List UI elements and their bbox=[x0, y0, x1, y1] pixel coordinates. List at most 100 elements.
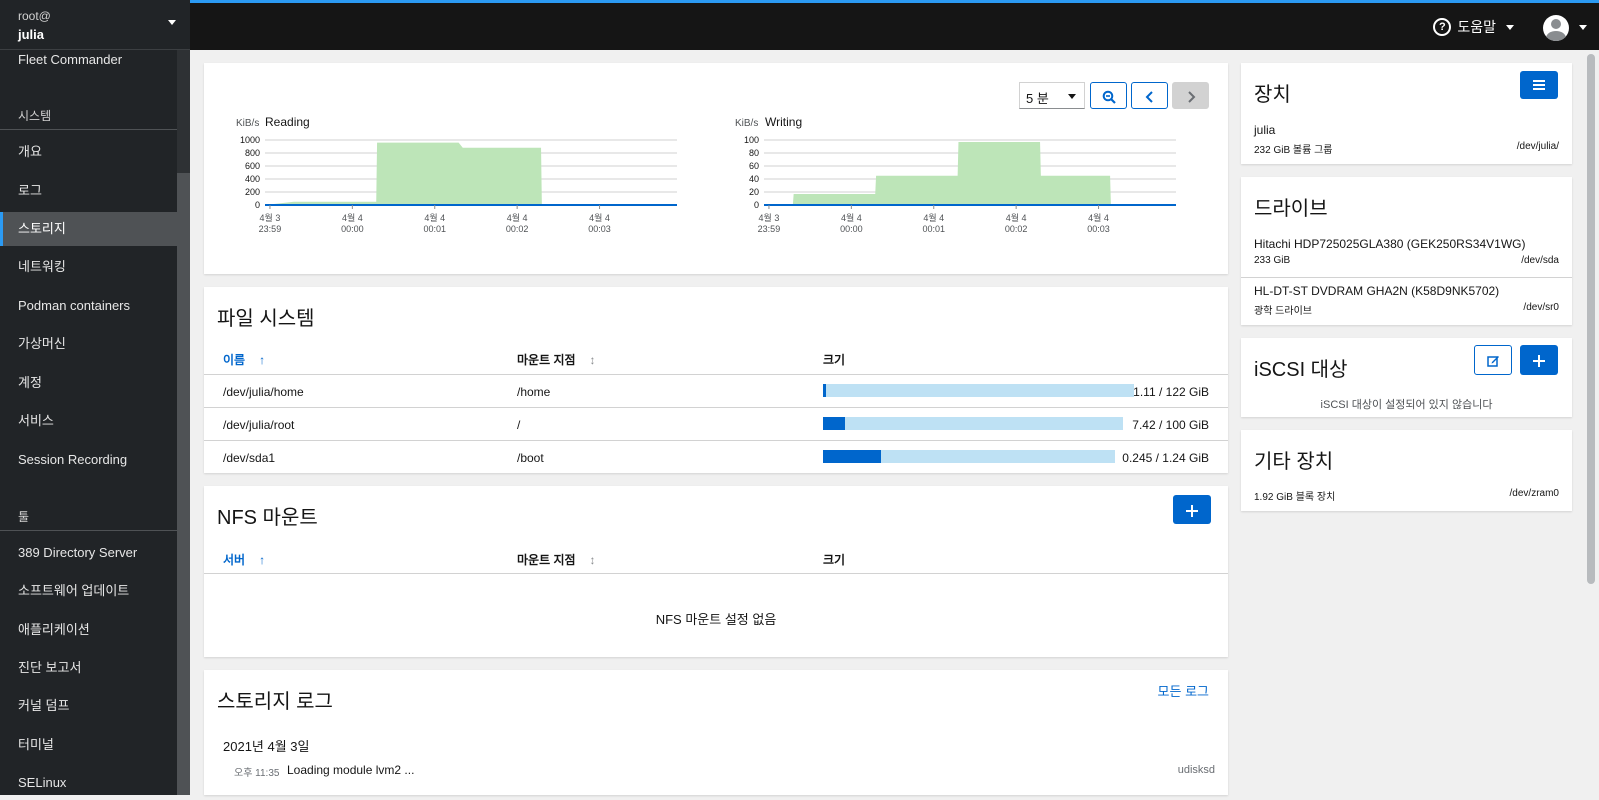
user-avatar-icon[interactable] bbox=[1543, 15, 1569, 41]
table-row[interactable]: /dev/julia/home /home 1.11 / 122 GiB bbox=[204, 374, 1228, 407]
edit-icon bbox=[1486, 356, 1499, 367]
sidebar-item-overview[interactable]: 개요 bbox=[0, 135, 177, 169]
device-row-julia[interactable]: julia 232 GiB 볼륨 그룹 /dev/julia/ bbox=[1241, 119, 1572, 159]
sidebar-item-podman[interactable]: Podman containers bbox=[0, 289, 177, 323]
devices-menu-button[interactable] bbox=[1520, 71, 1558, 99]
sort-up-icon: ↑ bbox=[259, 353, 266, 367]
drive-row[interactable]: HL-DT-ST DVDRAM GHA2N (K58D9NK5702) 광학 드… bbox=[1241, 280, 1572, 321]
usage-bar bbox=[823, 417, 1123, 430]
caret-down-icon bbox=[1068, 94, 1076, 99]
x-tick-label: 23:59 bbox=[259, 224, 282, 234]
fs-name: /dev/julia/home bbox=[223, 385, 304, 399]
zoom-out-button[interactable] bbox=[1090, 82, 1127, 109]
x-tick-label: 4월 3 bbox=[260, 212, 281, 223]
chevron-right-icon bbox=[1187, 90, 1195, 103]
sidebar-item-accounts[interactable]: 계정 bbox=[0, 366, 177, 400]
x-tick-label: 4월 4 bbox=[424, 212, 445, 223]
drive-sub: 233 GiB bbox=[1254, 255, 1291, 266]
plus-icon bbox=[1186, 504, 1198, 517]
sidebar-item-389ds[interactable]: 389 Directory Server bbox=[0, 536, 177, 570]
log-time: 오후 11:35 bbox=[234, 768, 280, 779]
sidebar-section-tools: 툴 bbox=[18, 510, 30, 524]
table-row[interactable]: /dev/sda1 /boot 0.245 / 1.24 GiB bbox=[204, 440, 1228, 473]
add-nfs-button[interactable] bbox=[1173, 495, 1211, 524]
column-name-header[interactable]: 이름 ↑ bbox=[223, 351, 265, 368]
sidebar-item-storage[interactable]: 스토리지 bbox=[0, 212, 177, 246]
help-menu[interactable]: ? 도움말 bbox=[1433, 17, 1514, 37]
sidebar-item-kernel-dump[interactable]: 커널 덤프 bbox=[0, 689, 177, 723]
sidebar-item-applications[interactable]: 애플리케이션 bbox=[0, 613, 177, 647]
plus-icon bbox=[1533, 354, 1545, 367]
fs-size: 1.11 / 122 GiB bbox=[1133, 385, 1209, 399]
sidebar-item-session-recording[interactable]: Session Recording bbox=[0, 443, 177, 477]
x-tick-label: 00:02 bbox=[506, 224, 529, 234]
nfs-title: NFS 마운트 bbox=[217, 507, 318, 529]
sidebar-item-fleet-commander[interactable]: Fleet Commander bbox=[0, 43, 177, 77]
y-tick-label: 100 bbox=[744, 135, 759, 145]
column-mount-header[interactable]: 마운트 지점 ↕ bbox=[517, 351, 596, 368]
iscsi-title: iSCSI 대상 bbox=[1254, 359, 1348, 381]
column-name-label: 이름 bbox=[223, 353, 246, 367]
x-tick-label: 23:59 bbox=[758, 224, 781, 234]
sort-icon: ↕ bbox=[589, 353, 596, 367]
x-tick-label: 4월 4 bbox=[841, 212, 862, 223]
x-tick-label: 00:02 bbox=[1005, 224, 1028, 234]
zoom-out-icon bbox=[1102, 90, 1116, 104]
caret-down-icon[interactable] bbox=[1579, 25, 1587, 30]
reading-chart: 100080060040020004월 323:594월 400:004월 40… bbox=[240, 135, 677, 234]
main-scrollbar-thumb[interactable] bbox=[1587, 54, 1595, 584]
sidebar-item-diagnostic-reports[interactable]: 진단 보고서 bbox=[0, 651, 177, 685]
log-date: 2021년 4월 3일 bbox=[223, 739, 310, 754]
y-tick-label: 800 bbox=[245, 148, 260, 158]
sidebar-item-services[interactable]: 서비스 bbox=[0, 404, 177, 438]
sidebar-item-vms[interactable]: 가상머신 bbox=[0, 327, 177, 361]
table-row[interactable]: /dev/julia/root / 7.42 / 100 GiB bbox=[204, 407, 1228, 440]
main-scrollbar[interactable] bbox=[1583, 50, 1599, 795]
area-series bbox=[764, 141, 1160, 205]
sidebar-item-networking[interactable]: 네트워킹 bbox=[0, 250, 177, 284]
sidebar-item-logs[interactable]: 로그 bbox=[0, 174, 177, 208]
column-server-header[interactable]: 서버 ↑ bbox=[223, 551, 265, 568]
y-tick-label: 60 bbox=[749, 161, 759, 171]
sidebar-item-software-updates[interactable]: 소프트웨어 업데이트 bbox=[0, 574, 177, 608]
x-tick-label: 4월 4 bbox=[589, 212, 610, 223]
other-device-row[interactable]: 1.92 GiB 블록 장치 /dev/zram0 bbox=[1241, 484, 1572, 506]
device-path: /dev/julia/ bbox=[1516, 141, 1559, 152]
y-tick-label: 600 bbox=[245, 161, 260, 171]
all-logs-link[interactable]: 모든 로그 bbox=[1158, 681, 1209, 700]
x-tick-label: 4월 4 bbox=[923, 212, 944, 223]
sidebar-divider bbox=[0, 530, 177, 531]
fs-size: 0.245 / 1.24 GiB bbox=[1122, 451, 1209, 465]
iscsi-card: iSCSI 대상 iSCSI 대상이 설정되어 있지 않습니다 bbox=[1241, 338, 1572, 417]
column-mount-header[interactable]: 마운트 지점 ↕ bbox=[517, 551, 596, 568]
add-iscsi-button[interactable] bbox=[1520, 345, 1558, 375]
filesystems-title: 파일 시스템 bbox=[217, 308, 315, 330]
fs-size: 7.42 / 100 GiB bbox=[1132, 418, 1209, 432]
column-size-header: 크기 bbox=[823, 553, 846, 567]
usage-bar-fill bbox=[823, 384, 826, 397]
fs-mount: /home bbox=[517, 385, 551, 399]
drive-name: HL-DT-ST DVDRAM GHA2N (K58D9NK5702) bbox=[1254, 284, 1500, 298]
next-range-button[interactable] bbox=[1172, 82, 1209, 109]
drive-row[interactable]: Hitachi HDP725025GLA380 (GEK250RS34V1WG)… bbox=[1241, 233, 1572, 274]
divider bbox=[204, 573, 1228, 574]
sort-up-icon: ↑ bbox=[259, 553, 266, 567]
menu-icon bbox=[1533, 80, 1545, 90]
y-tick-label: 1000 bbox=[240, 135, 260, 145]
usage-bar-fill bbox=[823, 417, 846, 430]
edit-iscsi-button[interactable] bbox=[1474, 345, 1512, 375]
devices-card: 장치 julia 232 GiB 볼륨 그룹 /dev/julia/ bbox=[1241, 63, 1572, 164]
y-tick-label: 20 bbox=[749, 187, 759, 197]
host-name: julia bbox=[18, 27, 45, 42]
log-entry[interactable]: 오후 11:35 Loading module lvm2 ... udisksd bbox=[204, 758, 1228, 782]
sidebar: root@ julia Fleet Commander 시스템 개요 로그 스토… bbox=[0, 0, 190, 795]
sidebar-scrollbar-thumb[interactable] bbox=[177, 50, 190, 173]
fs-mount: /boot bbox=[517, 451, 544, 465]
x-tick-label: 00:00 bbox=[341, 224, 364, 234]
previous-range-button[interactable] bbox=[1131, 82, 1168, 109]
column-size-header: 크기 bbox=[823, 353, 846, 367]
sidebar-item-terminal[interactable]: 터미널 bbox=[0, 728, 177, 762]
range-select[interactable]: 5 분 bbox=[1019, 82, 1085, 109]
x-tick-label: 4월 4 bbox=[342, 212, 363, 223]
drive-path: /dev/sda bbox=[1521, 255, 1559, 266]
